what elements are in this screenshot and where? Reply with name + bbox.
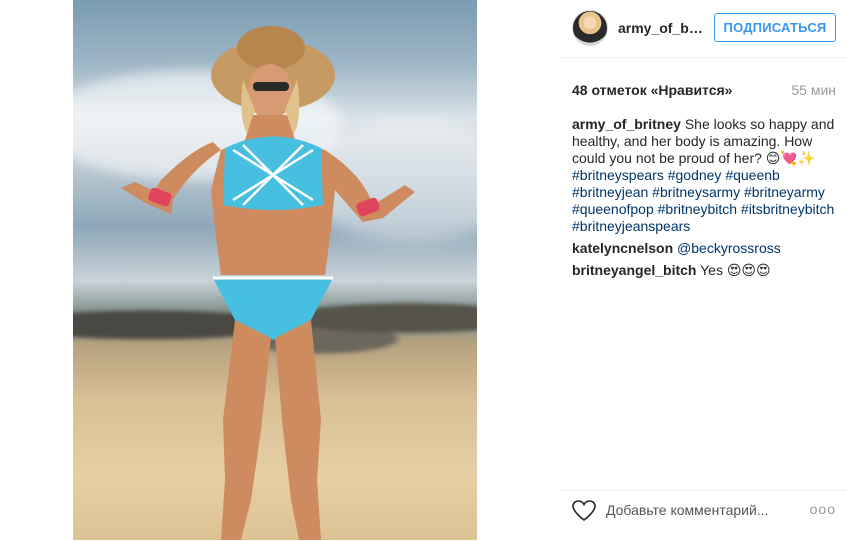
post-header: army_of_br... ПОДПИСАТЬСЯ <box>558 0 847 58</box>
author-avatar[interactable] <box>572 10 608 46</box>
more-options-icon[interactable]: ooo <box>810 501 836 517</box>
photo-person <box>121 26 415 540</box>
caption-hashtags[interactable]: #britneyjean #britneysarmy #britneyarmy <box>572 184 836 201</box>
heart-outline-icon[interactable] <box>571 499 597 523</box>
comment-item: britneyangel_bitch Yes 😍😍😍 <box>572 262 836 279</box>
comment-input[interactable] <box>606 500 776 520</box>
caption-hashtags[interactable]: #britneyspears #godney #queenb <box>572 167 836 184</box>
comment-mention[interactable]: @beckyrossross <box>677 240 781 256</box>
post-sidebar: army_of_br... ПОДПИСАТЬСЯ 48 отметок «Нр… <box>558 0 847 540</box>
comment-text: Yes 😍😍😍 <box>700 262 771 278</box>
caption-hashtags[interactable]: #queenofpop #britneybitch #itsbritneybit… <box>572 201 836 218</box>
follow-button[interactable]: ПОДПИСАТЬСЯ <box>714 13 836 42</box>
comment-username[interactable]: britneyangel_bitch <box>572 262 696 278</box>
post-time[interactable]: 55 мин <box>791 82 836 98</box>
author-username[interactable]: army_of_br... <box>618 20 704 36</box>
comment-username[interactable]: katelyncnelson <box>572 240 673 256</box>
caption-username[interactable]: army_of_britney <box>572 116 681 132</box>
caption: army_of_britney She looks so happy and h… <box>572 116 836 235</box>
post-footer: ooo <box>558 490 847 541</box>
comments-list: army_of_britney She looks so happy and h… <box>572 116 836 284</box>
caption-hashtags[interactable]: #britneyjeanspears <box>572 218 836 235</box>
post-photo[interactable] <box>73 0 477 540</box>
likes-count[interactable]: 48 отметок «Нравится» <box>572 82 732 98</box>
comment-item: katelyncnelson @beckyrossross <box>572 240 836 257</box>
